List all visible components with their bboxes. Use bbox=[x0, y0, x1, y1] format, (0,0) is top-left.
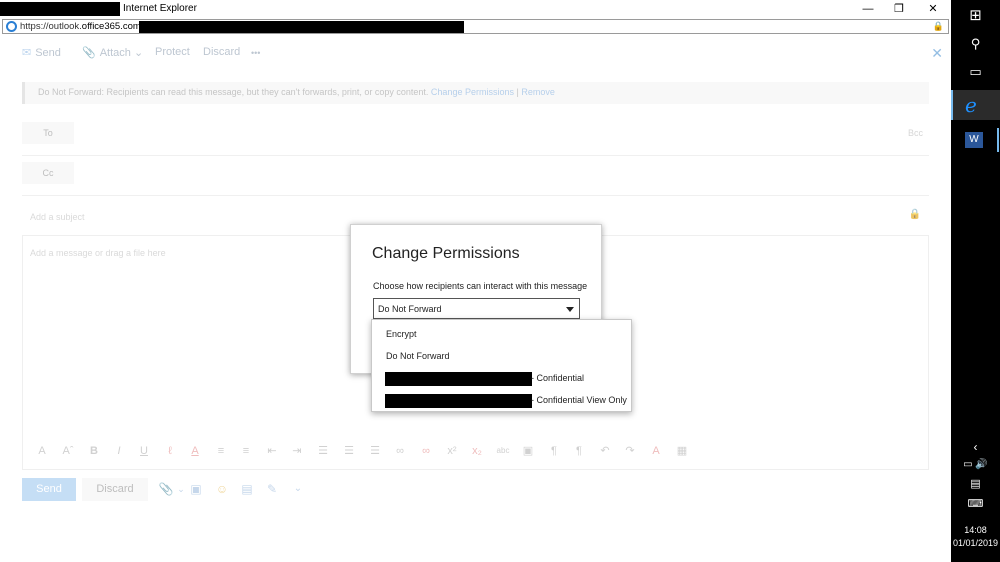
chevron-left-icon[interactable]: ‹ bbox=[951, 440, 1000, 454]
option-confidential-view-only[interactable]: - Confidential View Only bbox=[372, 390, 631, 412]
address-bar[interactable]: https://outlook.office365.com 🔒 bbox=[2, 19, 949, 34]
selected-permission: Do Not Forward bbox=[378, 304, 442, 314]
ie-icon bbox=[6, 21, 17, 32]
title-bar: Internet Explorer — ❐ ✕ bbox=[0, 0, 951, 18]
redacted-block bbox=[139, 21, 464, 33]
option-do-not-forward[interactable]: Do Not Forward bbox=[372, 346, 631, 368]
ie-window: Internet Explorer — ❐ ✕ https://outlook.… bbox=[0, 0, 951, 562]
windows-start-icon[interactable]: ⊞ bbox=[951, 6, 1000, 24]
clock-date[interactable]: 01/01/2019 bbox=[951, 538, 1000, 548]
running-indicator bbox=[997, 128, 999, 152]
ie-icon: e bbox=[965, 93, 977, 117]
lock-icon[interactable]: 🔒 bbox=[933, 21, 944, 32]
keyboard-icon[interactable]: ⌨ bbox=[951, 497, 1000, 510]
search-icon[interactable]: ⚲ bbox=[951, 36, 1000, 52]
notification-icon[interactable]: ▤ bbox=[951, 477, 1000, 490]
window-title: Internet Explorer bbox=[123, 3, 197, 14]
option-confidential[interactable]: - Confidential bbox=[372, 368, 631, 390]
dialog-subtitle: Choose how recipients can interact with … bbox=[373, 281, 588, 291]
clock-time[interactable]: 14:08 bbox=[951, 525, 1000, 535]
battery-volume-icon[interactable]: ▭ 🔊 bbox=[951, 459, 1000, 470]
task-view-icon[interactable]: ▭ bbox=[951, 64, 1000, 80]
taskbar: ⊞ ⚲ ▭ e W ‹ ▭ 🔊 ▤ ⌨ 14:08 01/01/2019 bbox=[951, 0, 1000, 562]
permission-dropdown: Encrypt Do Not Forward - Confidential - … bbox=[371, 319, 632, 412]
word-icon[interactable]: W bbox=[965, 132, 983, 148]
restore-button[interactable]: ❐ bbox=[891, 2, 907, 16]
screen: Internet Explorer — ❐ ✕ https://outlook.… bbox=[0, 0, 1000, 562]
url-text: https://outlook.office365.com bbox=[20, 21, 141, 32]
minimize-button[interactable]: — bbox=[860, 2, 876, 16]
permission-select[interactable]: Do Not Forward bbox=[373, 298, 580, 319]
redacted-block bbox=[385, 394, 532, 408]
caret-down-icon bbox=[566, 307, 574, 312]
dialog-title: Change Permissions bbox=[372, 245, 520, 262]
redacted-block bbox=[385, 372, 532, 386]
redacted-block bbox=[0, 2, 120, 16]
close-window-button[interactable]: ✕ bbox=[925, 2, 941, 16]
option-encrypt[interactable]: Encrypt bbox=[372, 324, 631, 346]
